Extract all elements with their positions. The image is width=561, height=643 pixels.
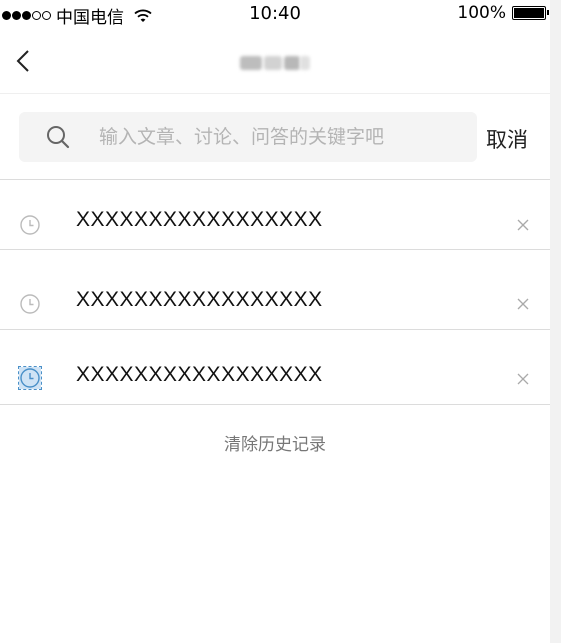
history-item[interactable]: XXXXXXXXXXXXXXXXX xyxy=(0,250,550,330)
battery-level xyxy=(514,8,544,18)
redacted-title-block xyxy=(264,56,282,70)
close-icon[interactable] xyxy=(515,217,531,233)
cancel-button[interactable]: 取消 xyxy=(486,124,528,154)
history-item-label: XXXXXXXXXXXXXXXXX xyxy=(76,208,323,231)
search-box[interactable] xyxy=(19,112,477,162)
redacted-title-block xyxy=(300,56,310,70)
history-item-label: XXXXXXXXXXXXXXXXX xyxy=(76,363,323,386)
page-title-redacted xyxy=(240,54,310,74)
scrollbar[interactable] xyxy=(550,0,561,643)
search-input[interactable] xyxy=(99,112,469,162)
close-icon[interactable] xyxy=(515,296,531,312)
search-icon xyxy=(47,126,70,149)
history-item[interactable]: XXXXXXXXXXXXXXXXX xyxy=(0,180,550,250)
status-right: 100% xyxy=(457,3,549,23)
status-bar: 中国电信 10:40 100% xyxy=(0,0,550,28)
close-icon[interactable] xyxy=(515,371,531,387)
history-item-label: XXXXXXXXXXXXXXXXX xyxy=(76,288,323,311)
nav-bar xyxy=(0,28,550,94)
redacted-title-block xyxy=(240,56,262,70)
clock-icon xyxy=(20,215,40,235)
clear-history-button[interactable]: 清除历史记录 xyxy=(0,430,550,455)
history-item[interactable]: XXXXXXXXXXXXXXXXX xyxy=(0,330,550,405)
back-button[interactable] xyxy=(12,44,42,78)
chevron-left-icon xyxy=(16,50,29,72)
battery-percent: 100% xyxy=(457,3,506,23)
battery-icon xyxy=(512,6,549,20)
search-history-list: XXXXXXXXXXXXXXXXX XXXXXXXXXXXXXXXXX XXXX… xyxy=(0,180,550,405)
clock-icon xyxy=(20,294,40,314)
clock-icon xyxy=(18,366,42,390)
search-row: 取消 xyxy=(0,94,550,180)
battery-cap xyxy=(547,10,549,15)
redacted-title-block xyxy=(284,56,300,70)
